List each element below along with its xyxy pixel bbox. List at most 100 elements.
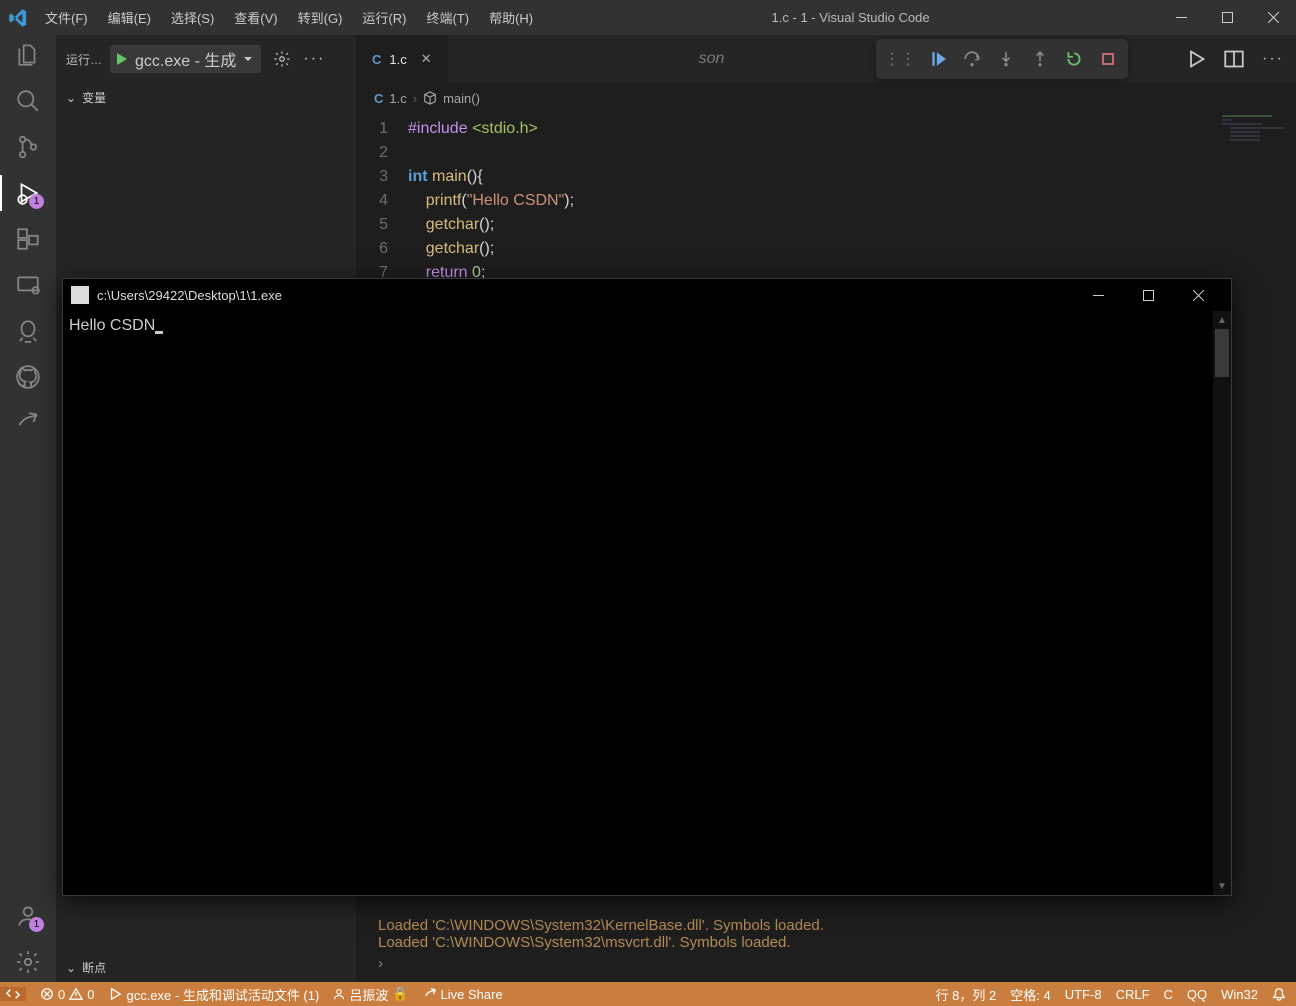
split-editor-icon[interactable]: [1224, 49, 1244, 69]
chevron-right-icon: ›: [413, 91, 417, 106]
activity-settings-icon[interactable]: [14, 948, 42, 976]
menu-help[interactable]: 帮助(H): [479, 0, 543, 35]
activity-run-debug-icon[interactable]: 1: [14, 179, 42, 207]
scroll-up-icon[interactable]: ▲: [1213, 311, 1231, 329]
gear-icon[interactable]: [273, 50, 291, 68]
vscode-logo-icon: [0, 8, 35, 28]
drag-grip-icon[interactable]: ⋮⋮: [880, 49, 920, 69]
code-text[interactable]: #include <stdio.h>: [408, 117, 538, 141]
code-line[interactable]: 3int main(){: [356, 165, 1296, 189]
code-text[interactable]: printf("Hello CSDN");: [408, 189, 574, 213]
status-qq[interactable]: QQ: [1187, 987, 1207, 1002]
breadcrumb[interactable]: C 1.c › main(): [356, 83, 1296, 113]
run-file-icon[interactable]: [1186, 49, 1206, 69]
more-icon[interactable]: ···: [303, 50, 325, 68]
menu-run[interactable]: 运行(R): [352, 0, 416, 35]
window-minimize-button[interactable]: [1158, 0, 1204, 35]
status-indentation[interactable]: 空格: 4: [1010, 985, 1050, 1004]
debug-step-over-button[interactable]: [956, 43, 988, 75]
warning-count: 0: [87, 987, 94, 1002]
window-title: 1.c - 1 - Visual Studio Code: [543, 10, 1158, 25]
status-problems[interactable]: 0 0: [40, 987, 94, 1002]
code-line[interactable]: 2: [356, 141, 1296, 165]
window-close-button[interactable]: [1250, 0, 1296, 35]
person-icon: [333, 988, 345, 1000]
activity-search-icon[interactable]: [14, 87, 42, 115]
debug-toolbar[interactable]: ⋮⋮: [876, 39, 1128, 79]
console-title-bar[interactable]: c:\Users\29422\Desktop\1\1.exe: [63, 279, 1231, 311]
status-liveshare[interactable]: Live Share: [423, 987, 503, 1002]
close-icon[interactable]: ✕: [421, 51, 432, 67]
title-bar: 文件(F) 编辑(E) 选择(S) 查看(V) 转到(G) 运行(R) 终端(T…: [0, 0, 1296, 35]
window-maximize-button[interactable]: [1204, 0, 1250, 35]
play-icon: [113, 51, 129, 67]
menu-edit[interactable]: 编辑(E): [98, 0, 161, 35]
status-encoding[interactable]: UTF-8: [1065, 987, 1102, 1002]
console-scrollbar[interactable]: ▲ ▼: [1213, 311, 1231, 895]
activity-explorer-icon[interactable]: [14, 41, 42, 69]
status-notifications-icon[interactable]: [1272, 987, 1286, 1001]
debug-stop-button[interactable]: [1092, 43, 1124, 75]
error-count: 0: [58, 987, 65, 1002]
code-line[interactable]: 5 getchar();: [356, 213, 1296, 237]
debug-step-into-button[interactable]: [990, 43, 1022, 75]
line-number: 3: [356, 165, 408, 189]
status-remote-button[interactable]: [0, 987, 26, 1001]
debug-console-line: Loaded 'C:\WINDOWS\System32\msvcrt.dll'.…: [378, 934, 1274, 951]
code-text[interactable]: getchar();: [408, 237, 494, 261]
warning-icon: [69, 987, 83, 1001]
menu-terminal[interactable]: 终端(T): [416, 0, 479, 35]
menu-view[interactable]: 查看(V): [224, 0, 287, 35]
console-output[interactable]: Hello CSDN ▲ ▼: [63, 311, 1231, 895]
status-eol[interactable]: CRLF: [1116, 987, 1150, 1002]
debug-restart-button[interactable]: [1058, 43, 1090, 75]
tab-1-c[interactable]: C 1.c ✕: [356, 35, 449, 83]
code-line[interactable]: 1#include <stdio.h>: [356, 117, 1296, 141]
breakpoints-section-header[interactable]: ⌄ 断点: [56, 953, 356, 982]
code-text[interactable]: getchar();: [408, 213, 494, 237]
scroll-down-icon[interactable]: ▼: [1213, 877, 1231, 895]
error-icon: [40, 987, 54, 1001]
status-task[interactable]: gcc.exe - 生成和调试活动文件 (1): [108, 985, 319, 1004]
console-title-text: c:\Users\29422\Desktop\1\1.exe: [97, 288, 282, 303]
status-language[interactable]: C: [1164, 987, 1173, 1002]
console-maximize-button[interactable]: [1123, 279, 1173, 311]
console-window: c:\Users\29422\Desktop\1\1.exe Hello CSD…: [62, 278, 1232, 896]
breadcrumb-file: 1.c: [389, 91, 406, 106]
line-number: 1: [356, 117, 408, 141]
menu-go[interactable]: 转到(G): [288, 0, 353, 35]
activity-source-control-icon[interactable]: [14, 133, 42, 161]
breakpoints-section-label: 断点: [82, 959, 106, 976]
status-cursor-position[interactable]: 行 8，列 2: [936, 985, 997, 1004]
activity-share-icon[interactable]: [14, 409, 42, 437]
chevron-down-icon: ⌄: [66, 961, 76, 975]
debug-continue-button[interactable]: [922, 43, 954, 75]
console-close-button[interactable]: [1173, 279, 1223, 311]
activity-accounts-icon[interactable]: 1: [14, 902, 42, 930]
debug-badge: 1: [29, 194, 44, 209]
line-number: 5: [356, 213, 408, 237]
tab-label: 1.c: [389, 52, 406, 67]
scrollbar-thumb[interactable]: [1215, 329, 1229, 377]
status-bar: 0 0 gcc.exe - 生成和调试活动文件 (1) 吕振波 🔒 Live S…: [0, 982, 1296, 1006]
debug-step-out-button[interactable]: [1024, 43, 1056, 75]
lock-icon: 🔒: [392, 986, 408, 1002]
activity-qq-icon[interactable]: [14, 317, 42, 345]
status-platform[interactable]: Win32: [1221, 987, 1258, 1002]
debug-console-input[interactable]: ›: [378, 955, 1274, 972]
activity-github-icon[interactable]: [14, 363, 42, 391]
console-minimize-button[interactable]: [1073, 279, 1123, 311]
code-line[interactable]: 6 getchar();: [356, 237, 1296, 261]
activity-extensions-icon[interactable]: [14, 225, 42, 253]
variables-section-header[interactable]: ⌄ 变量: [56, 83, 356, 112]
code-text[interactable]: int main(){: [408, 165, 483, 189]
code-line[interactable]: 4 printf("Hello CSDN");: [356, 189, 1296, 213]
status-user[interactable]: 吕振波 🔒: [333, 985, 408, 1004]
menu-select[interactable]: 选择(S): [161, 0, 224, 35]
menu-file[interactable]: 文件(F): [35, 0, 98, 35]
line-number: 6: [356, 237, 408, 261]
tab-bar: C 1.c ✕ ⋮⋮ son ···: [356, 35, 1296, 83]
run-config-select[interactable]: gcc.exe - 生成: [110, 45, 261, 73]
activity-remote-icon[interactable]: [14, 271, 42, 299]
more-icon[interactable]: ···: [1262, 50, 1284, 68]
